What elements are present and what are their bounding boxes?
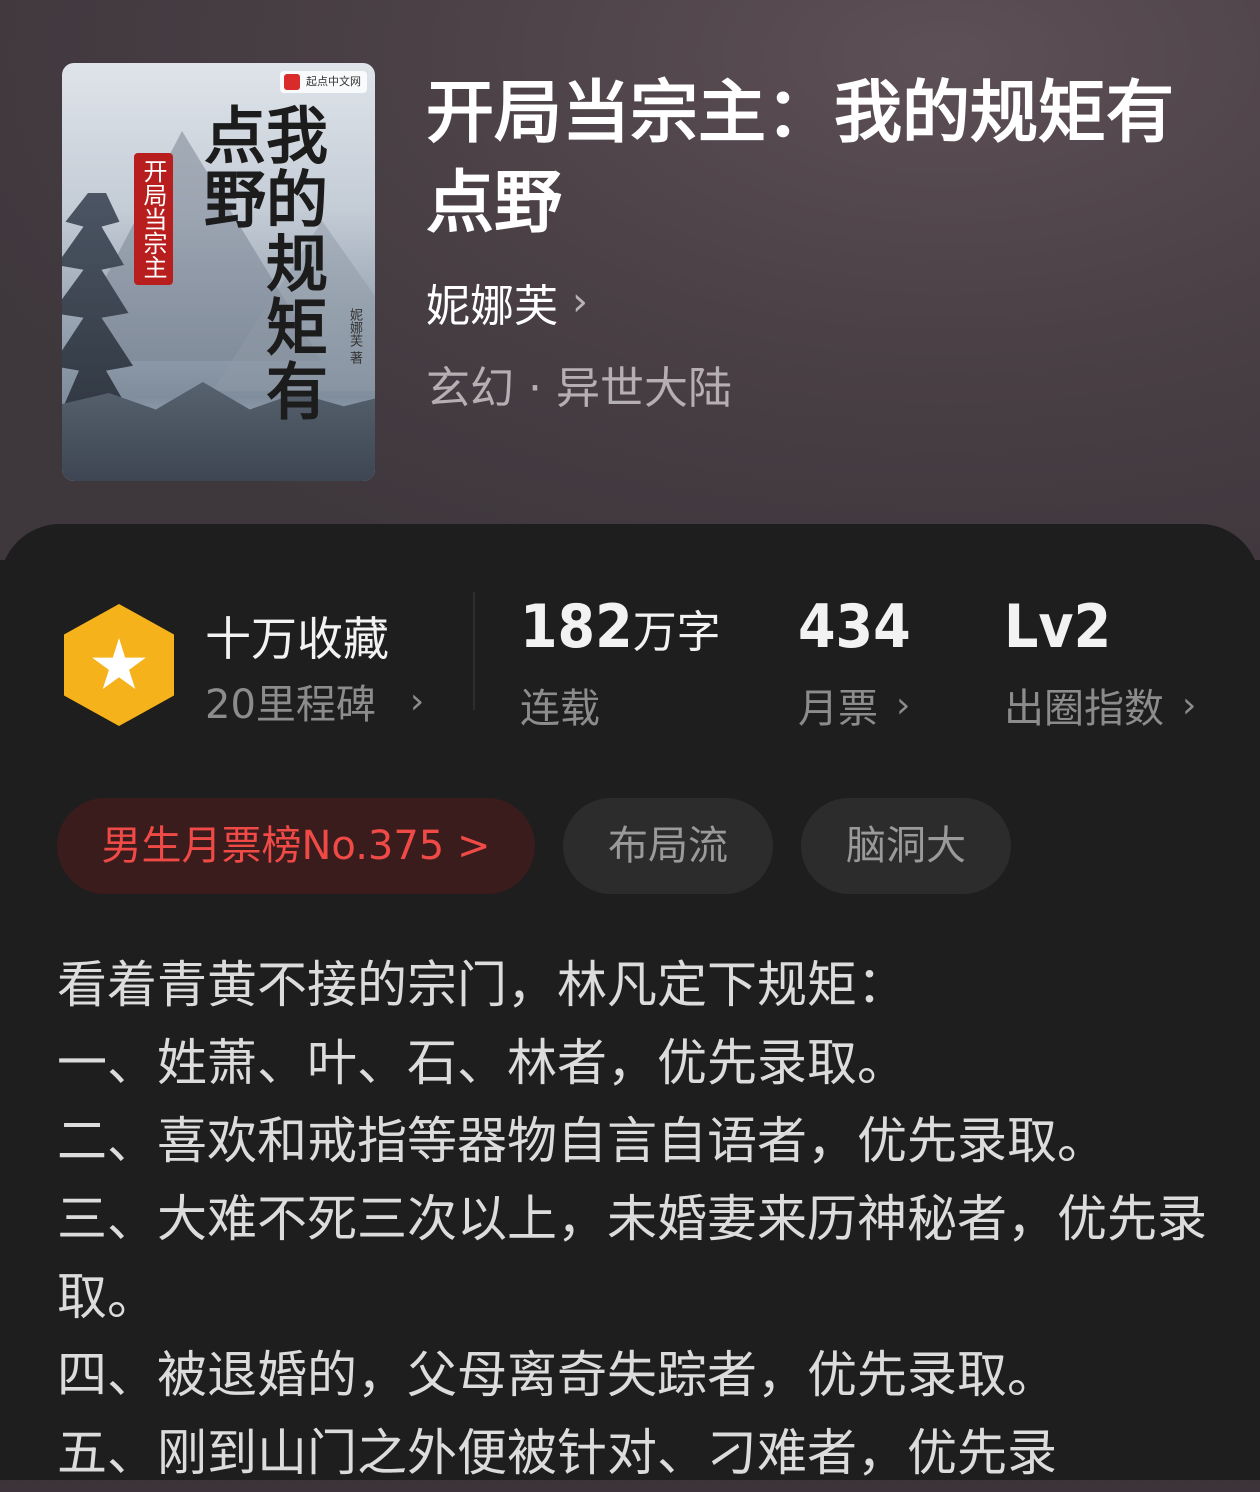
synopsis-line: 三、大难不死三次以上，未婚妻来历神秘者，优先录取。 (57, 1190, 1207, 1326)
synopsis-line: 二、喜欢和戒指等器物自言自语者，优先录取。 (57, 1112, 1107, 1170)
collections-count: 十万收藏 (205, 612, 389, 666)
chevron-right-icon: › (896, 684, 911, 726)
star-icon (92, 638, 146, 689)
monthly-votes-label: 月票 (798, 686, 878, 732)
milestones-link[interactable]: 20里程碑 › (205, 672, 424, 730)
monthly-votes-value: 434 (798, 592, 911, 662)
cover-publisher-badge: 起点中文网 (280, 71, 367, 93)
tag-chip[interactable]: 脑洞大 (801, 798, 1011, 894)
popularity-label: 出圈指数 (1004, 686, 1164, 732)
cover-author-art: 妮娜芙 著 (347, 308, 362, 365)
word-count-unit: 万字 (632, 607, 721, 658)
book-genre: 玄幻 · 异世大陆 (426, 363, 732, 414)
tag-chip[interactable]: 布局流 (563, 798, 773, 894)
milestones-label: 20里程碑 (205, 682, 376, 728)
author-link[interactable]: 妮娜芙 › (426, 270, 588, 334)
synopsis-line: 四、被退婚的，父母离奇失踪者，优先录取。 (57, 1346, 1057, 1404)
book-cover[interactable]: 起点中文网 开局当宗主 我的规矩有点野 妮娜芙 著 (62, 63, 375, 481)
synopsis[interactable]: 看着青黄不接的宗门，林凡定下规矩： 一、姓萧、叶、石、林者，优先录取。 二、喜欢… (57, 946, 1207, 1492)
chevron-right-icon: › (1182, 684, 1197, 726)
chevron-right-icon: › (572, 279, 588, 325)
word-count-value: 182 (520, 592, 633, 662)
stats-divider (473, 592, 475, 710)
synopsis-line: 看着青黄不接的宗门，林凡定下规矩： (57, 956, 907, 1014)
synopsis-line: 一、姓萧、叶、石、林者，优先录取。 (57, 1034, 907, 1092)
chevron-right-icon: › (409, 680, 425, 722)
word-count: 182万字 (520, 592, 721, 662)
serial-status-label: 连载 (520, 686, 600, 732)
serial-status: 连载 (520, 676, 600, 734)
popularity-link[interactable]: 出圈指数 › (1004, 676, 1196, 734)
cover-title-art: 我的规矩有点野 (193, 103, 328, 423)
author-name: 妮娜芙 (426, 281, 558, 332)
rank-tag[interactable]: 男生月票榜No.375 > (57, 798, 535, 894)
monthly-votes-link[interactable]: 月票 › (798, 676, 910, 734)
synopsis-line: 五、刚到山门之外便被针对、刁难者，优先录 (57, 1424, 1057, 1482)
book-title: 开局当宗主：我的规矩有点野 (426, 73, 1175, 243)
popularity-value: Lv2 (1004, 592, 1112, 662)
